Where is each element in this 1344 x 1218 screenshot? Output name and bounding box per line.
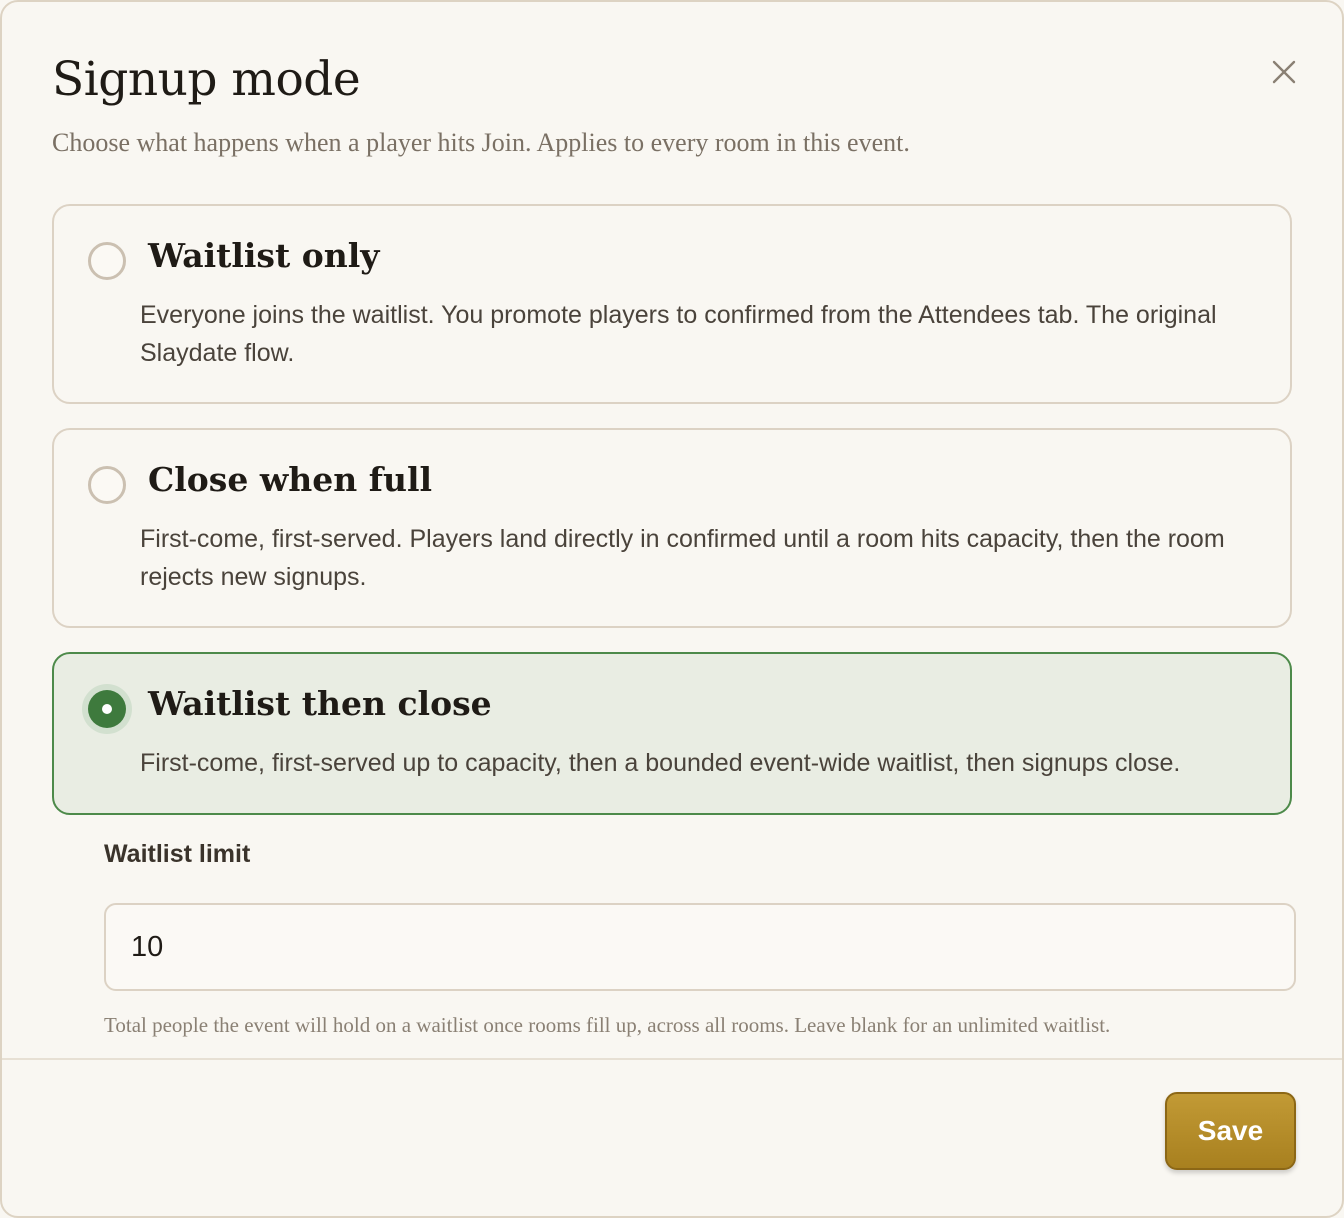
option-close-when-full[interactable]: Close when full First-come, first-served… <box>52 428 1292 628</box>
radio-waitlist-only[interactable] <box>88 242 126 280</box>
option-waitlist-then-close[interactable]: Waitlist then close First-come, first-se… <box>52 652 1292 815</box>
option-title: Waitlist then close <box>148 684 492 723</box>
waitlist-limit-input[interactable] <box>104 903 1296 991</box>
waitlist-limit-helper: Total people the event will hold on a wa… <box>104 1013 1111 1037</box>
close-icon <box>1272 60 1296 84</box>
radio-waitlist-then-close[interactable] <box>88 690 126 728</box>
dialog-subtitle: Choose what happens when a player hits J… <box>52 128 910 157</box>
signup-mode-dialog: Signup mode Choose what happens when a p… <box>0 0 1344 1218</box>
option-title: Waitlist only <box>148 236 380 275</box>
save-button[interactable]: Save <box>1165 1092 1296 1170</box>
footer-divider <box>2 1058 1342 1060</box>
dialog-title: Signup mode <box>52 52 361 107</box>
option-description: Everyone joins the waitlist. You promote… <box>140 301 1217 367</box>
radio-close-when-full[interactable] <box>88 466 126 504</box>
option-title: Close when full <box>148 460 433 499</box>
option-description: First-come, first-served up to capacity,… <box>140 749 1181 777</box>
option-description: First-come, first-served. Players land d… <box>140 525 1225 591</box>
waitlist-limit-label: Waitlist limit <box>104 840 251 868</box>
close-button[interactable] <box>1264 52 1304 92</box>
option-waitlist-only[interactable]: Waitlist only Everyone joins the waitlis… <box>52 204 1292 404</box>
